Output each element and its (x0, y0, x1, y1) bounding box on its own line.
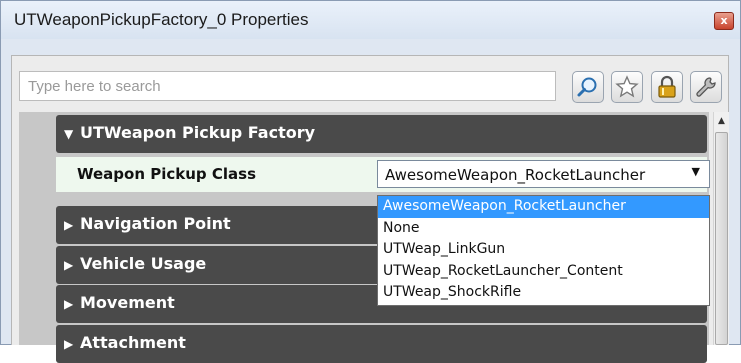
section-label: Vehicle Usage (80, 254, 207, 273)
close-icon: x (720, 14, 728, 27)
weapon-class-dropdown-list: AwesomeWeapon_RocketLauncher None UTWeap… (377, 195, 710, 306)
section-label: Attachment (80, 333, 186, 352)
weapon-pickup-class-select[interactable]: AwesomeWeapon_RocketLauncher ▼ (377, 160, 710, 188)
collapsed-arrow-icon: ▶ (64, 218, 74, 232)
close-button[interactable]: x (714, 12, 734, 30)
select-value: AwesomeWeapon_RocketLauncher (385, 166, 646, 184)
vertical-scrollbar[interactable]: ▲ (713, 112, 729, 345)
lock-button[interactable] (651, 71, 683, 103)
search-button[interactable] (572, 71, 604, 103)
scroll-up-arrow-icon[interactable]: ▲ (714, 112, 729, 129)
section-label: Navigation Point (80, 214, 231, 233)
title-bar[interactable]: UTWeaponPickupFactory_0 Properties x (1, 1, 740, 39)
chevron-down-icon: ▼ (691, 165, 700, 178)
lock-icon (658, 75, 676, 98)
dropdown-option[interactable]: AwesomeWeapon_RocketLauncher (378, 196, 709, 218)
section-attachment[interactable]: ▶ Attachment (56, 325, 707, 363)
dropdown-option[interactable]: None (378, 218, 709, 240)
collapsed-arrow-icon: ▶ (64, 258, 74, 272)
section-utweapon-pickup-factory[interactable]: ▼ UTWeapon Pickup Factory (56, 115, 707, 153)
settings-button[interactable] (690, 71, 722, 103)
window-title: UTWeaponPickupFactory_0 Properties (14, 10, 309, 29)
wrench-icon (696, 77, 716, 97)
search-icon (577, 77, 597, 97)
expanded-arrow-icon: ▼ (64, 127, 74, 141)
dropdown-option[interactable]: UTWeap_LinkGun (378, 239, 709, 261)
scroll-thumb[interactable] (715, 132, 728, 345)
collapsed-arrow-icon: ▶ (64, 297, 74, 311)
section-label: UTWeapon Pickup Factory (80, 123, 316, 142)
favorite-button[interactable] (611, 71, 643, 103)
dropdown-option[interactable]: UTWeap_RocketLauncher_Content (378, 261, 709, 283)
dropdown-option[interactable]: UTWeap_ShockRifle (378, 282, 709, 304)
collapsed-arrow-icon: ▶ (64, 337, 74, 351)
property-label: Weapon Pickup Class (77, 165, 257, 183)
star-icon (615, 75, 639, 98)
section-label: Movement (80, 293, 175, 312)
search-input[interactable] (19, 71, 556, 101)
